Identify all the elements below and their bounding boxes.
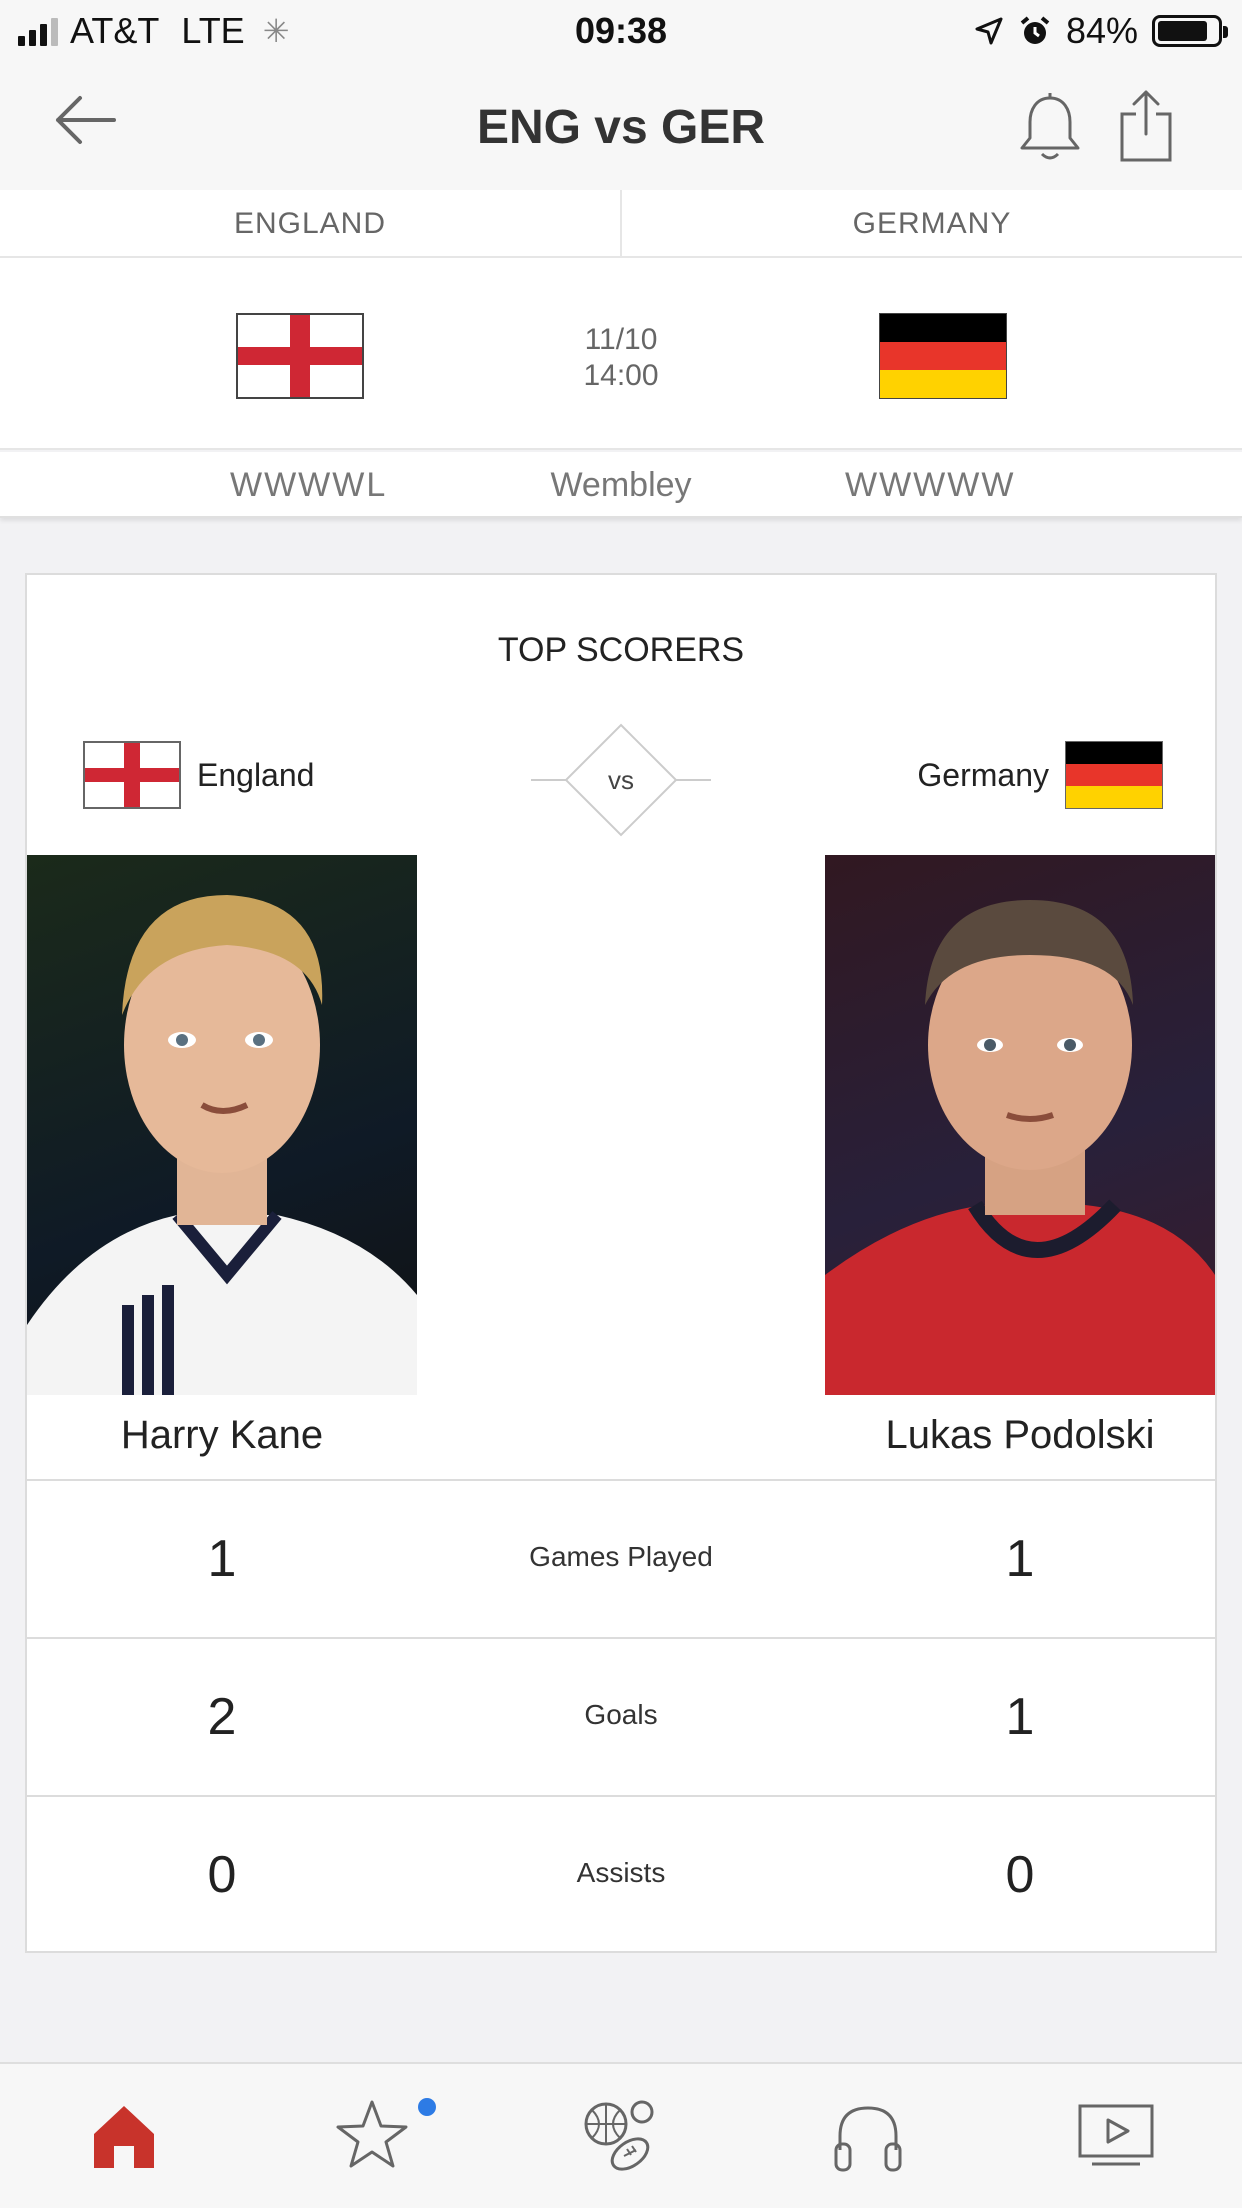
away-team-name[interactable]: GERMANY	[622, 190, 1242, 256]
sports-balls-icon[interactable]	[580, 2094, 660, 2174]
home-player-photo[interactable]	[27, 855, 417, 1395]
star-icon[interactable]	[332, 2094, 412, 2174]
away-player-photo[interactable]	[825, 855, 1215, 1395]
home-team-label: England	[83, 741, 314, 809]
teams-header: ENGLAND GERMANY	[0, 190, 1242, 258]
video-play-icon[interactable]	[1076, 2094, 1156, 2174]
home-team-name[interactable]: ENGLAND	[0, 190, 622, 256]
vs-divider: vs	[531, 723, 711, 837]
home-team-label-text: England	[197, 756, 315, 793]
status-right: 84%	[974, 10, 1228, 52]
venue: Wembley	[550, 466, 692, 504]
player-portrait-image	[27, 895, 417, 1395]
stat-row-games-played: 1 Games Played 1	[27, 1479, 1215, 1637]
top-scorers-card: TOP SCORERS England vs Germany Harry Kan…	[25, 573, 1217, 1953]
card-title: TOP SCORERS	[497, 631, 745, 669]
alarm-icon	[1020, 16, 1050, 44]
stat-row-assists: 0 Assists 0	[27, 1795, 1215, 1953]
away-form: WWWWW	[845, 466, 1016, 504]
player-portrait-image	[825, 900, 1215, 1395]
germany-flag-icon	[879, 313, 1007, 399]
germany-flag-icon	[1065, 741, 1163, 809]
match-time: 14:00	[583, 359, 659, 392]
tab-bar	[0, 2062, 1242, 2208]
status-bar: AT&T LTE ✳ 09:38 84%	[0, 0, 1242, 60]
bell-icon[interactable]	[1018, 92, 1082, 164]
stat-row-goals: 2 Goals 1	[27, 1637, 1215, 1795]
away-team-label-text: Germany	[917, 756, 1049, 793]
away-stat-value: 1	[1005, 1688, 1035, 1746]
navigation-bar: ENG vs GER	[0, 60, 1242, 190]
headphones-icon[interactable]	[828, 2094, 908, 2174]
form-row: WWWWL Wembley WWWWW	[0, 452, 1242, 518]
match-info: 11/10 14:00	[0, 258, 1242, 450]
away-player-name[interactable]: Lukas Podolski	[825, 1413, 1215, 1458]
match-date: 11/10	[584, 323, 658, 356]
away-team-label: Germany	[917, 741, 1163, 809]
share-icon[interactable]	[1118, 88, 1174, 162]
away-stat-value: 1	[1005, 1530, 1035, 1588]
match-datetime: 11/10 14:00	[0, 322, 1242, 394]
battery-percent: 84%	[1065, 10, 1138, 51]
england-flag-icon	[83, 741, 181, 809]
battery-icon	[1152, 15, 1228, 47]
vs-label: vs	[608, 765, 634, 795]
home-player-name[interactable]: Harry Kane	[27, 1413, 417, 1458]
location-arrow-icon	[975, 17, 1003, 45]
home-icon[interactable]	[84, 2094, 164, 2174]
away-stat-value: 0	[1005, 1846, 1035, 1904]
favorites-badge	[418, 2098, 436, 2116]
